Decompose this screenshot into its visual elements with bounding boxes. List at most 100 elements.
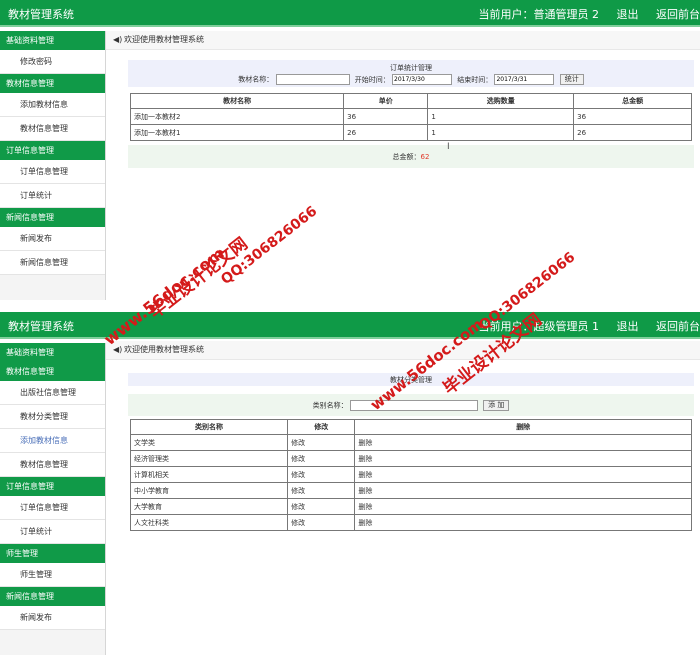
sidebar-item[interactable]: 新闻发布 [0, 227, 105, 251]
sidebar-item[interactable]: 添加教材信息 [0, 93, 105, 117]
textbook-name-input[interactable] [275, 74, 350, 85]
user-bar: 当前用户：普通管理员 2 退出 返回前台 [465, 6, 700, 22]
table-cell: 添加一本教材2 [129, 108, 345, 125]
sidebar-item[interactable]: 订单信息管理 [0, 496, 105, 520]
sidebar-item[interactable]: 新闻发布 [0, 606, 105, 630]
sidebar-item[interactable]: 教材信息管理 [0, 117, 105, 141]
sidebar-section-header[interactable]: 新闻信息管理 [0, 587, 105, 606]
sidebar-item[interactable]: 新闻信息管理 [0, 251, 105, 275]
table-cell[interactable]: 删除 [354, 498, 692, 515]
text-cursor-icon: I [447, 142, 450, 152]
table-cell[interactable]: 修改 [287, 434, 356, 451]
sidebar-section-header[interactable]: 新闻信息管理 [0, 208, 105, 227]
sidebar: 基础资料管理 修改密码 教材信息管理 添加教材信息 教材信息管理 订单信息管理 订单信息管理… [0, 31, 106, 300]
sidebar: 基础资料管理 教材信息管理 出版社信息管理 教材分类管理 添加教材信息 教材信息管理 订单信… [0, 343, 106, 655]
start-date-input[interactable] [392, 74, 452, 85]
table-cell[interactable]: 修改 [287, 498, 356, 515]
sidebar-section-header[interactable]: 师生管理 [0, 544, 105, 563]
table-header-row: 类别名称 修改 删除 [129, 419, 692, 435]
sidebar-item[interactable]: 教材信息管理 [0, 453, 105, 477]
speaker-icon: ◀) [113, 35, 123, 44]
add-button[interactable]: 添 加 [483, 400, 510, 411]
table-row: 添加一本教材2 36 1 36 [129, 108, 692, 125]
sidebar-item[interactable]: 订单统计 [0, 520, 105, 544]
table-cell: 大学教育 [129, 498, 289, 515]
category-label: 类别名称： [312, 401, 348, 410]
order-stats-screen: 教材管理系统 当前用户：普通管理员 2 退出 返回前台 基础资料管理 修改密码 教材… [0, 0, 700, 300]
category-table: 类别名称 修改 删除 文学类 修改 删除 经济管理类 修改 删除 计算机相关 修改 删除 中小学教育修… [129, 419, 692, 531]
app-title: 教材管理系统 [8, 8, 74, 21]
name-label: 教材名称： [238, 75, 274, 84]
stats-button[interactable]: 统计 [559, 74, 584, 85]
app-title: 教材管理系统 [8, 320, 74, 333]
breadcrumb: ◀) 欢迎使用教材管理系统 [106, 341, 700, 360]
category-form: 类别名称： 添 加 [128, 394, 694, 411]
table-row: 大学教育 修改 删除 [129, 498, 692, 515]
total-line: 总金额：62 [128, 152, 694, 162]
stats-search-box: 订单统计管理 教材名称： 开始时间： 结束时间： 统计 [128, 60, 694, 87]
table-cell[interactable]: 删除 [354, 466, 692, 483]
sidebar-section-header[interactable]: 订单信息管理 [0, 141, 105, 160]
end-date-input[interactable] [494, 74, 555, 85]
screen-separator [0, 300, 700, 312]
table-cell: 36 [573, 108, 692, 125]
order-stats-table: 教材名称 单价 选购数量 总金额 添加一本教材2 36 1 36 添加一本教材1 26 1 26 [129, 93, 692, 141]
table-cell: 人文社科类 [129, 514, 289, 531]
breadcrumb: ◀) 欢迎使用教材管理系统 [106, 31, 700, 50]
table-cell: 计算机相关 [129, 466, 289, 483]
table-row: 计算机相关 修改 删除 [129, 466, 692, 483]
table-cell: 中小学教育 [129, 482, 289, 499]
table-row: 添加一本教材1 26 1 26 [129, 124, 692, 141]
welcome-text: 欢迎使用教材管理系统 [124, 35, 204, 44]
table-cell[interactable]: 修改 [287, 450, 356, 467]
sidebar-section-header[interactable]: 教材信息管理 [0, 362, 105, 381]
table-cell: 添加一本教材1 [129, 124, 345, 141]
table-cell: 26 [573, 124, 692, 141]
sidebar-section-header[interactable]: 基础资料管理 [0, 343, 105, 362]
table-cell: 1 [427, 124, 575, 141]
back-front-link[interactable]: 返回前台 [656, 320, 700, 333]
column-header: 选购数量 [427, 93, 575, 109]
current-user: 当前用户：普通管理员 2 [478, 8, 600, 21]
table-cell: 36 [343, 108, 429, 125]
column-header: 删除 [354, 419, 692, 435]
sidebar-section-header[interactable]: 订单信息管理 [0, 477, 105, 496]
sidebar-item[interactable]: 订单统计 [0, 184, 105, 208]
table-cell[interactable]: 删除 [354, 450, 692, 467]
table-cell[interactable]: 删除 [354, 482, 692, 499]
table-cell: 经济管理类 [129, 450, 289, 467]
table-cell[interactable]: 删除 [354, 434, 692, 451]
column-header: 教材名称 [129, 93, 345, 109]
table-row: 中小学教育 修改 删除 [129, 482, 692, 499]
stats-title: 订单统计管理 [390, 64, 432, 72]
sidebar-section-header[interactable]: 基础资料管理 [0, 31, 105, 50]
sidebar-item[interactable]: 教材分类管理 [0, 405, 105, 429]
sidebar-item[interactable]: 修改密码 [0, 50, 105, 74]
sidebar-item[interactable]: 订单信息管理 [0, 160, 105, 184]
sidebar-section-header[interactable]: 教材信息管理 [0, 74, 105, 93]
table-cell: 26 [343, 124, 429, 141]
table-header-row: 教材名称 单价 选购数量 总金额 [129, 93, 692, 109]
table-cell[interactable]: 修改 [287, 466, 356, 483]
category-screen: 教材管理系统 当前用户：超级管理员 1 退出 返回前台 基础资料管理 教材信息管理… [0, 312, 700, 655]
total-label: 总金额： [392, 153, 421, 161]
total-box: 总金额：62 [128, 145, 694, 168]
logout-link[interactable]: 退出 [617, 8, 639, 21]
total-value: 62 [420, 153, 430, 161]
top-bar: 教材管理系统 当前用户：普通管理员 2 退出 返回前台 [0, 0, 700, 27]
column-header: 单价 [343, 93, 429, 109]
sidebar-item[interactable]: 师生管理 [0, 563, 105, 587]
sidebar-item[interactable]: 添加教材信息 [0, 429, 105, 453]
table-row: 人文社科类 修改 删除 [129, 514, 692, 531]
category-form-box: 类别名称： 添 加 [128, 394, 694, 416]
table-row: 经济管理类 修改 删除 [129, 450, 692, 467]
welcome-text: 欢迎使用教材管理系统 [124, 345, 204, 354]
sidebar-item[interactable]: 出版社信息管理 [0, 381, 105, 405]
back-front-link[interactable]: 返回前台 [656, 8, 700, 21]
table-cell[interactable]: 修改 [287, 514, 356, 531]
table-cell: 1 [427, 108, 575, 125]
logout-link[interactable]: 退出 [617, 320, 639, 333]
column-header: 修改 [287, 419, 356, 435]
table-cell[interactable]: 修改 [287, 482, 356, 499]
table-cell[interactable]: 删除 [354, 514, 692, 531]
